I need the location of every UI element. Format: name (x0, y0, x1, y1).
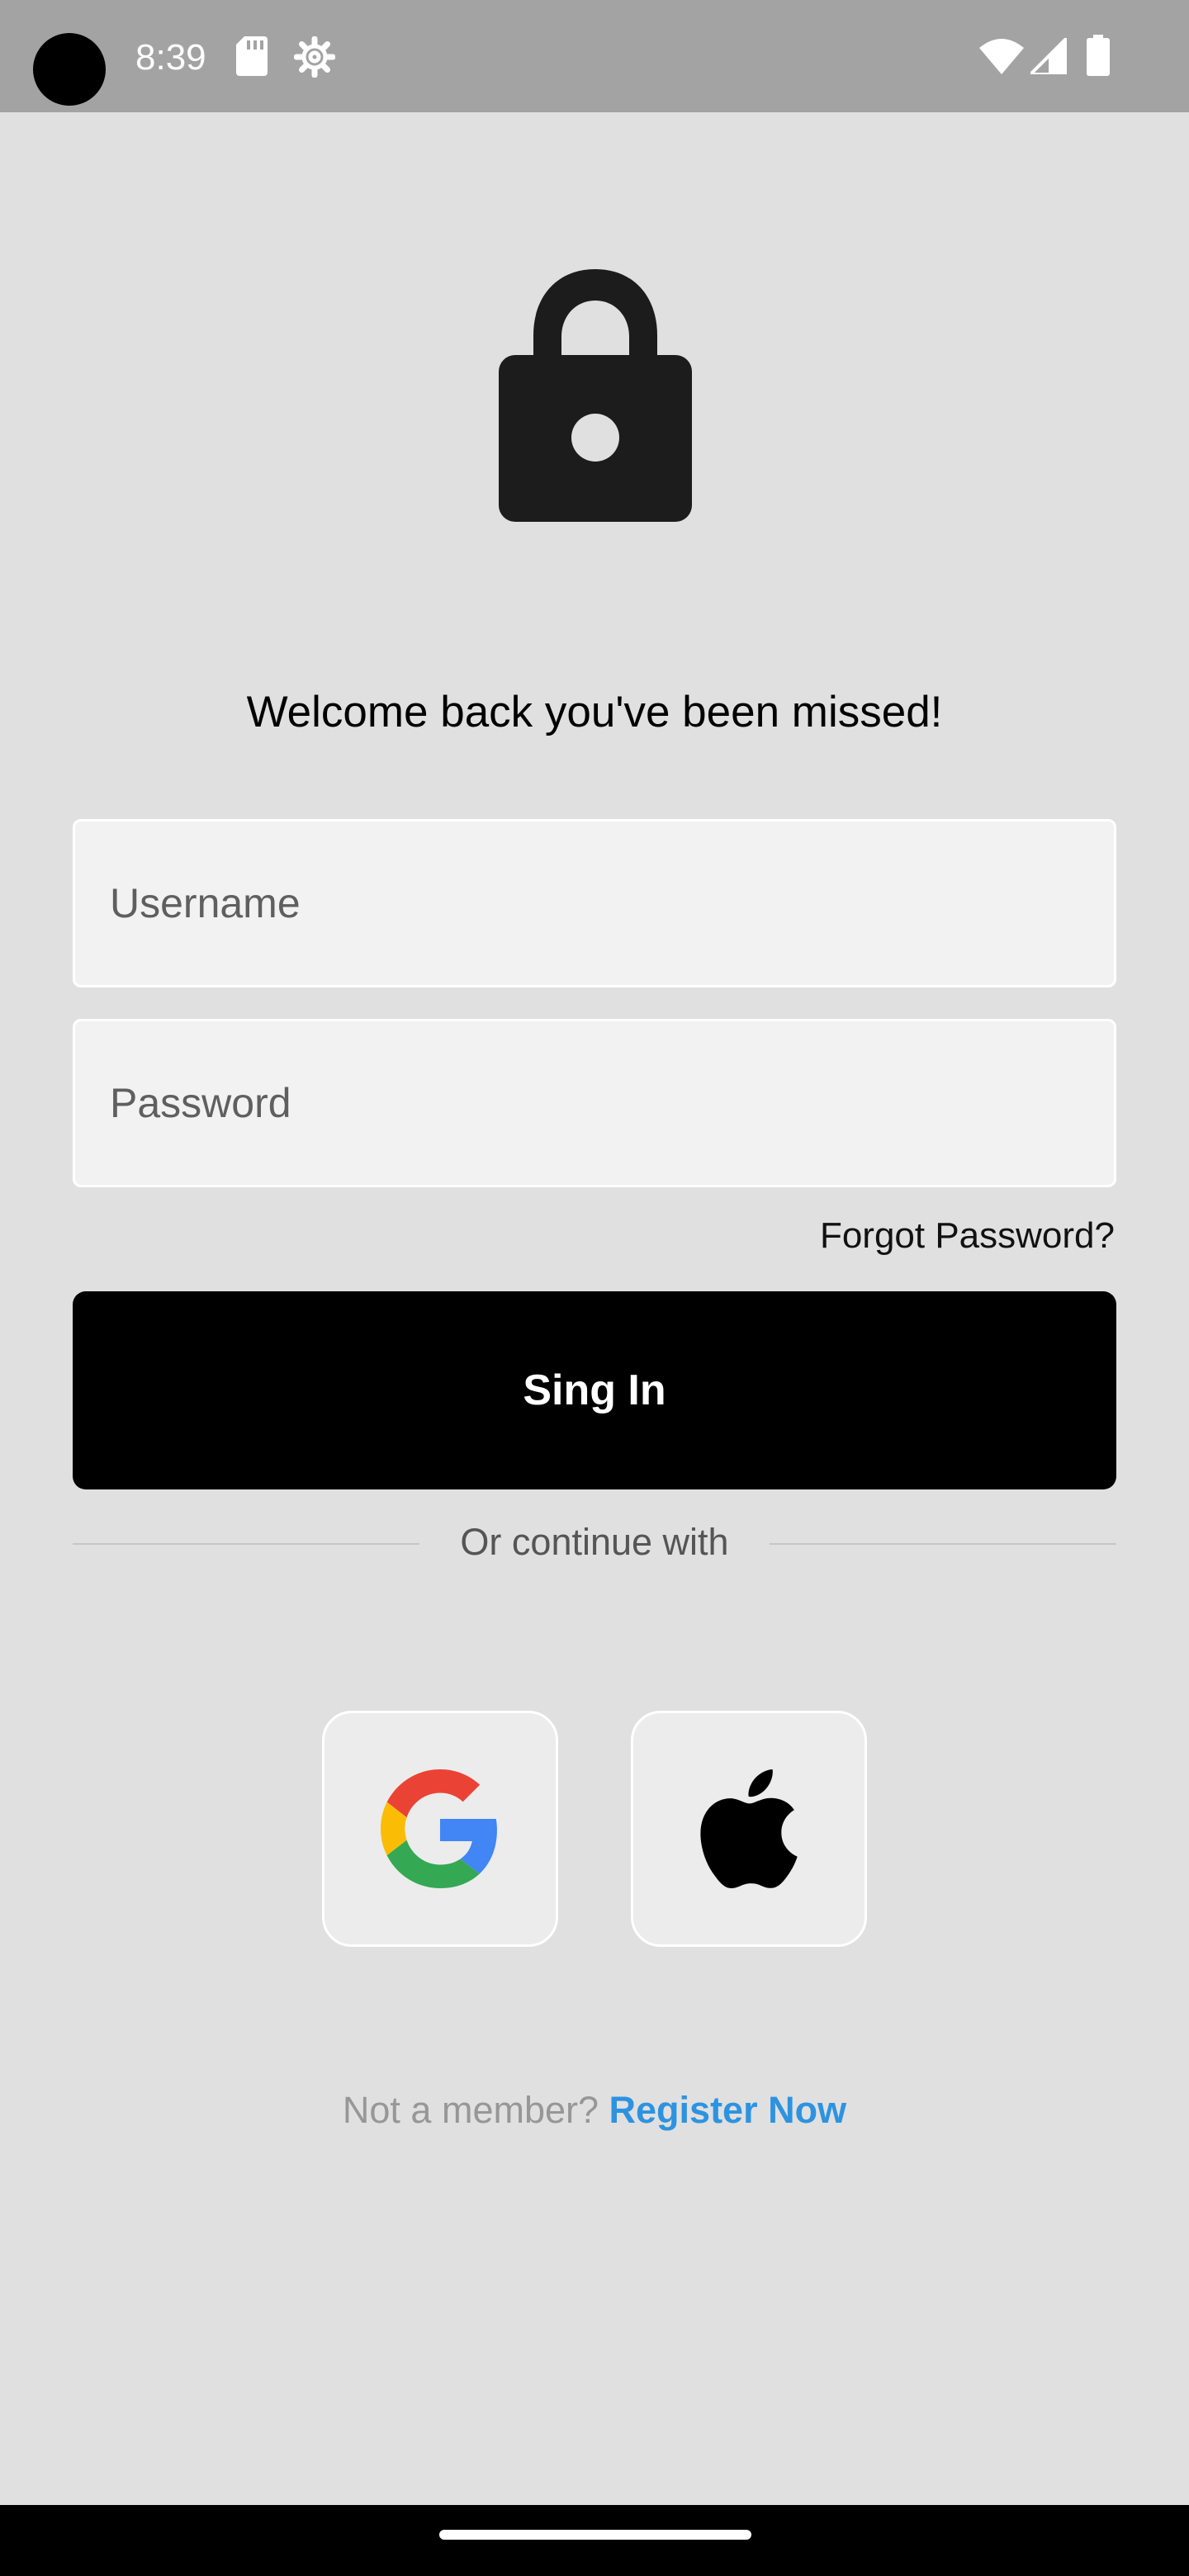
google-sign-in-button[interactable] (322, 1711, 558, 1947)
not-member-text: Not a member? (342, 2089, 609, 2131)
register-row: Not a member? Register Now (0, 2089, 1189, 2132)
register-now-link[interactable]: Register Now (609, 2089, 847, 2131)
username-field-container (73, 819, 1116, 987)
google-logo-icon (381, 1769, 497, 1888)
cell-signal-icon (1030, 38, 1067, 74)
sign-in-button[interactable]: Sing In (73, 1291, 1116, 1489)
welcome-message: Welcome back you've been missed! (246, 688, 943, 736)
lock-icon (499, 269, 692, 522)
username-input[interactable] (75, 822, 1114, 985)
forgot-password-link[interactable]: Forgot Password? (820, 1215, 1115, 1257)
password-input[interactable] (75, 1021, 1114, 1185)
apple-sign-in-button[interactable] (631, 1711, 867, 1947)
status-time: 8:39 (135, 37, 206, 78)
apple-logo-icon (700, 1769, 798, 1888)
divider-label: Or continue with (460, 1521, 729, 1563)
camera-cutout (33, 33, 106, 106)
navigation-bar (0, 2505, 1189, 2576)
wifi-icon (979, 39, 1024, 74)
sd-card-icon (236, 36, 268, 76)
divider-line-right (770, 1543, 1116, 1545)
status-bar: 8:39 (0, 0, 1189, 112)
password-field-container (73, 1019, 1116, 1187)
or-continue-divider: Or continue with (73, 1518, 1116, 1570)
settings-gear-icon (294, 36, 335, 78)
home-indicator[interactable] (439, 2530, 751, 2540)
battery-icon (1087, 35, 1110, 76)
